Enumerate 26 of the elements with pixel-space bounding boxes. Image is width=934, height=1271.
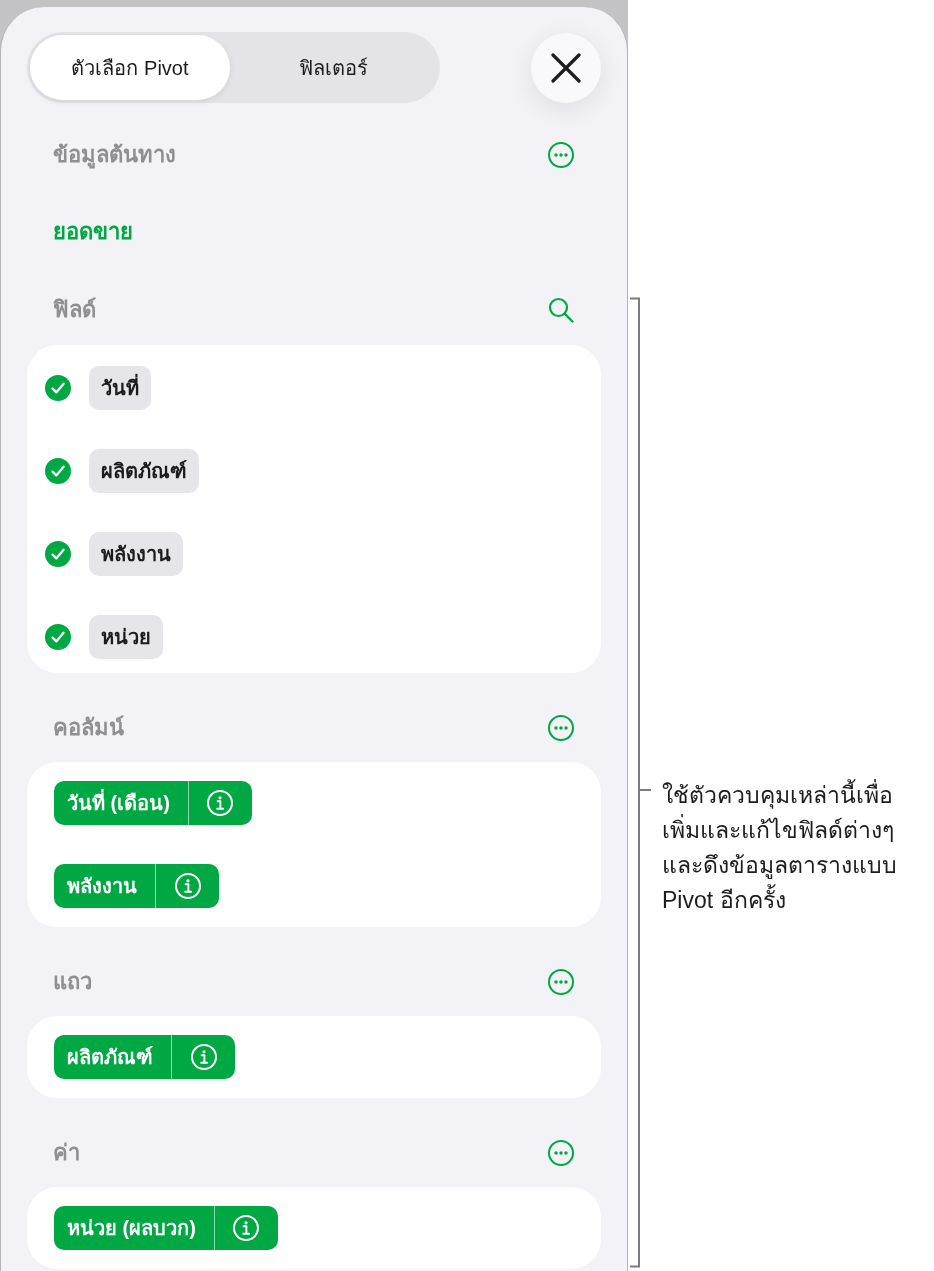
field-tag[interactable]: พลังงาน (89, 532, 183, 576)
more-icon[interactable] (548, 1140, 574, 1166)
checkmark-circle-icon[interactable] (45, 541, 71, 567)
info-icon (207, 790, 234, 816)
info-icon (233, 1215, 260, 1241)
more-icon[interactable] (548, 715, 574, 741)
section-heading: แถว (53, 968, 92, 996)
field-tag[interactable]: หน่วย (89, 615, 163, 659)
section-heading: ข้อมูลต้นทาง (53, 141, 176, 171)
section-heading: คอลัมน์ (53, 714, 124, 742)
field-tag[interactable]: วันที่ (89, 366, 151, 410)
checkmark-circle-icon[interactable] (45, 458, 71, 484)
checkmark-circle-icon[interactable] (45, 375, 71, 401)
field-tag[interactable]: ผลิตภัณฑ์ (89, 449, 199, 493)
section-heading: ค่า (53, 1139, 80, 1167)
more-icon[interactable] (548, 142, 574, 168)
info-icon (190, 1044, 217, 1070)
checkmark-circle-icon[interactable] (45, 624, 71, 650)
section-heading: ฟิลด์ (53, 296, 96, 324)
close-icon (551, 52, 581, 83)
tab[interactable]: ตัวเลือก Pivot (30, 35, 230, 100)
more-icon[interactable] (548, 969, 574, 995)
tab[interactable]: ฟิลเตอร์ (230, 35, 437, 100)
search-icon[interactable] (548, 297, 574, 323)
info-icon (174, 873, 201, 899)
callout-text: ใช้ตัวควบคุมเหล่านี้เพื่อ เพิ่มและแก้ไขฟิลด์ต่างๆ และดึงข้อมูลตารางแบบ Pivot อีกครั้ง (662, 778, 897, 918)
